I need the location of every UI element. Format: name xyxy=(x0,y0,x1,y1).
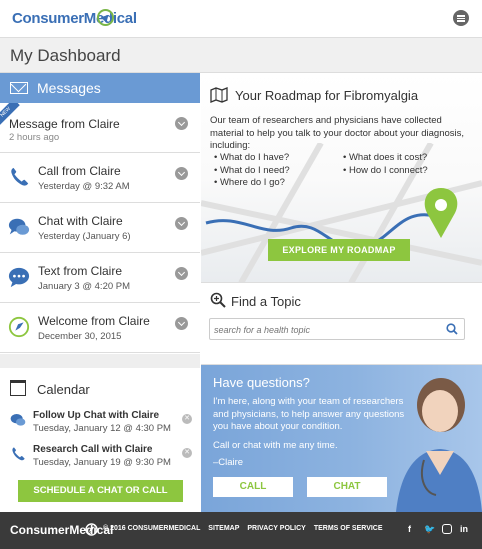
find-topic-panel: Find a Topic xyxy=(201,283,482,365)
chat-bubbles-icon xyxy=(8,218,30,235)
message-time: Yesterday @ 9:32 AM xyxy=(38,181,130,192)
chevron-down-icon[interactable] xyxy=(175,267,188,280)
close-icon[interactable]: ✕ xyxy=(182,448,192,458)
footer-link-sitemap[interactable]: SITEMAP xyxy=(208,525,239,532)
calendar-icon xyxy=(10,380,26,396)
questions-body: I'm here, along with your team of resear… xyxy=(213,396,405,432)
top-bar: ConsumerMedical xyxy=(0,0,482,38)
calendar-heading: Calendar xyxy=(37,382,90,397)
messages-list: NEW Message from Claire 2 hours ago Call… xyxy=(0,103,200,353)
schedule-button[interactable]: SCHEDULE A CHAT OR CALL xyxy=(18,480,183,502)
roadmap-list-item: What does it cost? xyxy=(343,152,428,165)
map-icon xyxy=(210,87,228,103)
explore-roadmap-button[interactable]: EXPLORE MY ROADMAP xyxy=(268,239,410,261)
message-item[interactable]: Text from Claire January 3 @ 4:20 PM xyxy=(0,253,200,303)
message-item[interactable]: Chat with Claire Yesterday (January 6) xyxy=(0,203,200,253)
roadmap-intro: Our team of researchers and physicians h… xyxy=(210,115,465,151)
message-time: January 3 @ 4:20 PM xyxy=(38,281,131,292)
message-title: Text from Claire xyxy=(38,264,123,278)
messages-header: Messages xyxy=(0,73,200,103)
twitter-icon[interactable]: 🐦 xyxy=(424,524,435,535)
search-input[interactable] xyxy=(214,322,434,337)
phone-icon xyxy=(12,447,25,461)
search-icon[interactable] xyxy=(446,323,458,335)
message-time: Yesterday (January 6) xyxy=(38,231,131,242)
spacer xyxy=(0,354,200,368)
linkedin-icon[interactable]: in xyxy=(460,524,468,534)
phone-icon xyxy=(11,167,29,186)
compass-logo-icon xyxy=(97,9,114,26)
menu-icon[interactable] xyxy=(453,10,469,26)
message-item[interactable]: Call from Claire Yesterday @ 9:32 AM xyxy=(0,153,200,203)
calendar-item-title: Research Call with Claire xyxy=(33,444,153,455)
message-title: Chat with Claire xyxy=(38,214,123,228)
chevron-down-icon[interactable] xyxy=(175,117,188,130)
search-plus-icon xyxy=(210,292,226,308)
chevron-down-icon[interactable] xyxy=(175,317,188,330)
signature: –Claire xyxy=(213,457,244,468)
calendar-item[interactable]: Research Call with Claire Tuesday, Janua… xyxy=(10,444,195,474)
title-bar: My Dashboard xyxy=(0,38,482,73)
questions-cta: Call or chat with me any time. xyxy=(213,439,338,451)
message-title: Welcome from Claire xyxy=(38,314,150,328)
questions-text: I'm here, along with your team of resear… xyxy=(213,396,413,452)
compass-icon xyxy=(8,316,30,338)
compass-logo-icon xyxy=(85,523,98,536)
roadmap-list-item: What do I have? xyxy=(214,152,290,165)
message-time: 2 hours ago xyxy=(9,132,60,143)
instagram-icon[interactable] xyxy=(442,524,452,534)
roadmap-panel: Your Roadmap for Fibromyalgia Our team o… xyxy=(201,73,482,283)
questions-panel: Have questions? I'm here, along with you… xyxy=(201,365,482,512)
chat-button[interactable]: CHAT xyxy=(307,477,387,497)
find-topic-title: Find a Topic xyxy=(231,294,301,309)
message-item[interactable]: Welcome from Claire December 30, 2015 xyxy=(0,303,200,353)
page-title: My Dashboard xyxy=(10,46,121,65)
footer-link-privacy[interactable]: PRIVACY POLICY xyxy=(247,525,305,532)
copyright-text: © 2016 CONSUMERMEDICAL xyxy=(103,525,201,532)
chat-bubbles-icon xyxy=(10,414,26,426)
roadmap-title: Your Roadmap for Fibromyalgia xyxy=(235,88,419,103)
message-time: December 30, 2015 xyxy=(38,331,122,342)
chevron-down-icon[interactable] xyxy=(175,217,188,230)
brand-logo[interactable]: ConsumerMedical xyxy=(12,10,137,27)
roadmap-list-right: What does it cost? How do I connect? xyxy=(343,152,428,177)
message-title: Message from Claire xyxy=(9,117,120,131)
chevron-down-icon[interactable] xyxy=(175,167,188,180)
message-title: Call from Claire xyxy=(38,164,121,178)
footer-link-terms[interactable]: TERMS OF SERVICE xyxy=(314,525,383,532)
calendar-item[interactable]: Follow Up Chat with Claire Tuesday, Janu… xyxy=(10,410,195,440)
close-icon[interactable]: ✕ xyxy=(182,414,192,424)
calendar-item-time: Tuesday, January 19 @ 9:30 PM xyxy=(33,457,171,468)
questions-title: Have questions? xyxy=(213,375,310,390)
search-box xyxy=(209,318,465,340)
mail-icon xyxy=(10,82,28,94)
roadmap-list-left: What do I have? What do I need? Where do… xyxy=(214,152,290,190)
text-bubble-icon xyxy=(8,267,30,288)
message-item[interactable]: NEW Message from Claire 2 hours ago xyxy=(0,103,200,153)
calendar-item-time: Tuesday, January 12 @ 4:30 PM xyxy=(33,423,171,434)
footer: ConsumerMedical © 2016 CONSUMERMEDICAL S… xyxy=(0,512,482,549)
calendar-item-title: Follow Up Chat with Claire xyxy=(33,410,160,421)
facebook-icon[interactable]: f xyxy=(408,524,411,534)
roadmap-list-item: Where do I go? xyxy=(214,177,290,190)
roadmap-list-item: How do I connect? xyxy=(343,165,428,178)
call-button[interactable]: CALL xyxy=(213,477,293,497)
messages-heading: Messages xyxy=(37,80,101,96)
roadmap-list-item: What do I need? xyxy=(214,165,290,178)
footer-links: © 2016 CONSUMERMEDICAL SITEMAP PRIVACY P… xyxy=(103,525,389,532)
